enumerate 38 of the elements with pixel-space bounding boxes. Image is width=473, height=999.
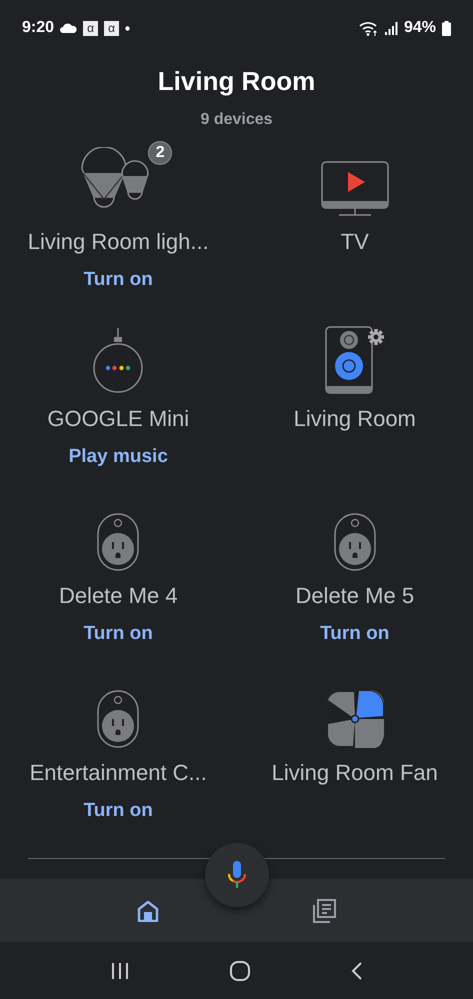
- device-action-button[interactable]: Turn on: [84, 269, 153, 291]
- home-button-icon[interactable]: [228, 960, 250, 982]
- device-name: Living Room Fan: [272, 760, 438, 786]
- status-time: 9:20: [22, 19, 54, 37]
- microphone-icon: [228, 861, 246, 889]
- documents-icon: [312, 898, 336, 922]
- battery-percent: 94%: [404, 19, 436, 37]
- device-count: 9 devices: [199, 111, 274, 129]
- notification-glyph: α: [104, 20, 120, 36]
- battery-icon: [442, 20, 451, 36]
- count-badge: 2: [148, 141, 172, 165]
- room-title: Living Room: [156, 66, 316, 97]
- recents-icon[interactable]: [110, 960, 130, 980]
- device-name: Living Room: [294, 406, 416, 432]
- device-action-button[interactable]: Turn on: [320, 623, 390, 645]
- outlet-icon[interactable]: [97, 690, 140, 748]
- back-icon[interactable]: [350, 960, 364, 980]
- device-action-button[interactable]: Turn on: [84, 800, 153, 822]
- tv-icon[interactable]: [320, 161, 389, 217]
- speaker-gear-icon[interactable]: [324, 326, 385, 394]
- device-action-button[interactable]: Turn on: [84, 623, 153, 645]
- cloud-icon: [60, 23, 78, 33]
- fan-icon[interactable]: [326, 690, 384, 748]
- device-name: Delete Me 4: [58, 583, 178, 609]
- device-name: Delete Me 5: [295, 583, 414, 609]
- outlet-icon[interactable]: [97, 513, 140, 571]
- outlet-icon[interactable]: [334, 513, 376, 571]
- device-name: Entertainment C...: [30, 760, 207, 786]
- device-name: Living Room ligh...: [28, 229, 209, 255]
- device-action-button[interactable]: Play music: [68, 446, 168, 468]
- device-name: TV: [340, 229, 369, 255]
- notification-glyph: α: [83, 20, 98, 36]
- device-name: GOOGLE Mini: [47, 406, 190, 432]
- home-icon: [136, 900, 159, 922]
- signal-icon: [384, 22, 398, 34]
- smart-speaker-icon[interactable]: [92, 328, 144, 394]
- wifi-icon: [358, 20, 379, 36]
- dot-icon: [125, 26, 130, 30]
